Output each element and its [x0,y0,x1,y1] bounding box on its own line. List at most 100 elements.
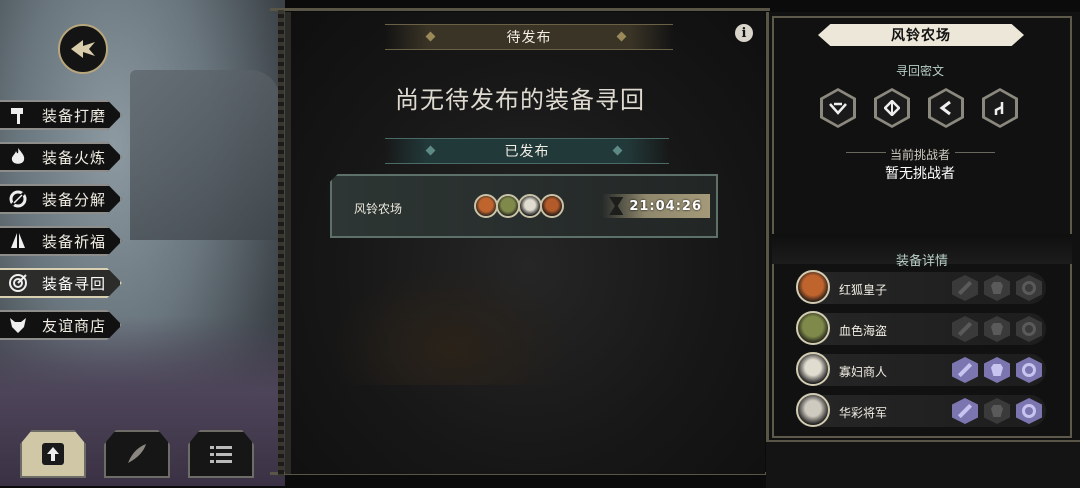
current-challenger-value: 暂无挑战者 [885,166,955,182]
weapon-slot[interactable] [952,316,978,342]
armor-icon [991,405,1003,417]
menu-item-label: 装备分解 [42,190,107,209]
published-title: 已发布 [504,144,550,160]
published-banner: 已发布 [385,138,669,164]
pending-title: 待发布 [506,30,552,46]
target-icon [0,270,36,296]
feather-button[interactable] [104,430,170,478]
diamond-icon [616,31,627,42]
equipment-list: 红狐皇子 血色海盗 寡妇商人 华彩将军 [796,270,1046,436]
frame-line-top [270,8,770,11]
bottom-toolbar [20,430,254,478]
menu-item-friend-shop[interactable]: 友谊商店 [0,310,122,340]
menu-item-dismantle[interactable]: 装备分解 [0,184,122,214]
fox-head-icon [0,312,36,338]
cipher-label: 寻回密文 [895,64,944,78]
pending-banner: 待发布 [385,24,673,50]
armor-slot[interactable] [984,275,1010,301]
sword-icon [957,403,973,419]
character-name: 华彩将军 [839,406,888,420]
armor-slot[interactable] [984,316,1010,342]
general-avatar [796,393,830,427]
menu-item-label: 装备祈福 [42,232,107,251]
upload-button[interactable] [20,430,86,478]
character-name: 血色海盗 [839,324,888,338]
menu-item-polish[interactable]: 装备打磨 [0,100,122,130]
character-name: 红狐皇子 [839,283,888,297]
sword-icon [957,321,973,337]
ring-slot[interactable] [1016,357,1042,383]
equipment-slots [952,398,1042,424]
ring-icon [1022,281,1036,295]
ring-slot[interactable] [1016,275,1042,301]
armor-icon [991,282,1003,294]
ring-icon [1022,363,1036,377]
weapon-slot[interactable] [952,357,978,383]
ring-icon [1022,322,1036,336]
published-entry-card[interactable]: 风铃农场 21:04:26 [330,174,718,238]
feather-icon [128,444,146,463]
menu-item-label: 装备打磨 [42,106,107,125]
armor-slot[interactable] [984,357,1010,383]
cipher-symbol-1 [820,88,856,128]
praying-hands-icon [0,228,36,254]
character-silhouettes [330,265,570,385]
countdown-timer: 21:04:26 [602,194,710,218]
info-icon[interactable]: i [735,24,753,42]
right-panel-footer [766,440,1080,488]
widow-merchant-portrait [518,194,542,218]
armor-icon [991,364,1003,376]
list-button[interactable] [188,430,254,478]
ring-slot[interactable] [1016,316,1042,342]
pirate-avatar [796,311,830,345]
rune-diamond-icon [884,100,900,116]
cipher-symbol-2 [874,88,910,128]
ruin-silhouette [130,70,280,240]
menu-item-label: 友谊商店 [42,316,107,335]
pirate-portrait [496,194,520,218]
upload-icon [42,443,64,465]
diamond-icon [612,145,623,156]
back-arrow-icon [71,40,95,58]
ring-icon [1022,404,1036,418]
divider-line [955,152,995,153]
rune-angle-icon [939,100,951,116]
equipment-row[interactable]: 血色海盗 [796,311,1046,345]
armor-icon [991,323,1003,335]
center-frame-edge [278,10,284,476]
hourglass-icon [609,197,624,215]
published-entry-name: 风铃农场 [354,202,403,216]
character-name: 寡妇商人 [839,365,888,379]
sword-icon [957,362,973,378]
fox-prince-portrait [474,194,498,218]
equipment-slots [952,275,1042,301]
fox-prince-avatar [796,270,830,304]
diamond-icon [425,145,436,156]
menu-item-label: 装备火炼 [42,148,107,167]
rune-v-icon [829,102,847,115]
sword-icon [957,280,973,296]
left-menu: 装备打磨 装备火炼 装备分解 装备祈福 装备寻回 友谊商店 [0,100,122,352]
location-title: 风铃农场 [818,24,1024,46]
equipment-slots [952,316,1042,342]
cipher-symbols [820,88,1018,128]
list-icon [210,446,232,463]
back-button[interactable] [58,24,108,74]
weapon-slot[interactable] [952,275,978,301]
portrait-group [474,194,564,218]
pending-empty-message: 尚无待发布的装备寻回 [395,86,645,114]
equipment-row[interactable]: 红狐皇子 [796,270,1046,304]
menu-item-retrieve[interactable]: 装备寻回 [0,268,122,298]
equipment-row[interactable]: 华彩将军 [796,393,1046,427]
equipment-row[interactable]: 寡妇商人 [796,352,1046,386]
broken-circle-icon [0,186,36,212]
menu-item-bless[interactable]: 装备祈福 [0,226,122,256]
menu-item-forge[interactable]: 装备火炼 [0,142,122,172]
ring-slot[interactable] [1016,398,1042,424]
equipment-slots [952,357,1042,383]
cipher-symbol-4 [982,88,1018,128]
cipher-symbol-3 [928,88,964,128]
flame-icon [0,144,36,170]
armor-slot[interactable] [984,398,1010,424]
weapon-slot[interactable] [952,398,978,424]
